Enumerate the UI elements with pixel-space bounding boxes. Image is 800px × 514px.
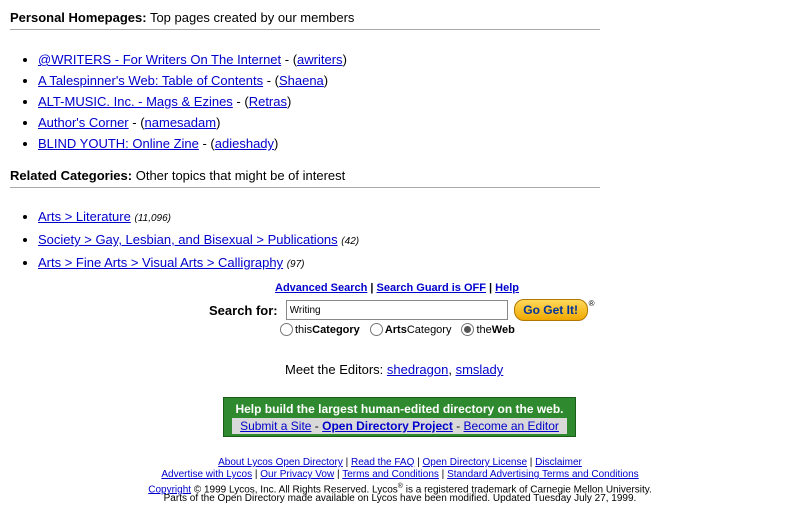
page: Personal Homepages: Top pages created by… [0,0,800,514]
editor-link[interactable]: shedragon [387,362,448,377]
help-box-links: Submit a Site - Open Directory Project -… [232,418,567,434]
category-count: (97) [286,259,305,270]
scope-the-web[interactable]: the Web [461,323,515,336]
personal-homepages-header: Personal Homepages: Top pages created by… [10,10,600,30]
search-form: Search for: Go Get It! ® [209,299,595,321]
scope-label: Category [406,323,452,336]
radio-button[interactable] [461,323,475,336]
user-link[interactable]: awriters [297,52,343,67]
footer-link[interactable]: Standard Advertising Terms and Condition… [447,469,639,480]
personal-homepages-list: @WRITERS - For Writers On The Internet -… [0,49,347,154]
footer-links-row-2: Advertise with Lycos | Our Privacy Vow |… [161,469,639,480]
user-link[interactable]: namesadam [145,115,217,130]
homepage-link[interactable]: Author's Corner [38,115,129,130]
scope-label: this [295,323,313,336]
related-categories-list: Arts > Literature (11,096) Society > Gay… [0,206,359,275]
meet-editors: Meet the Editors: shedragon, smslady [285,362,504,377]
list-item: Arts > Literature (11,096) [38,206,359,229]
editors-label: Meet the Editors: [285,362,384,377]
help-build-box: Help build the largest human-edited dire… [223,397,576,437]
footer-link[interactable]: About Lycos Open Directory [218,457,343,468]
list-item: BLIND YOUTH: Online Zine - (adieshady) [38,133,347,154]
homepage-link[interactable]: BLIND YOUTH: Online Zine [38,136,199,151]
scope-arts-category[interactable]: Arts Category [369,323,452,336]
search-scope-options: this Category Arts Category the Web [280,323,525,336]
submit-site-link[interactable]: Submit a Site [240,419,311,433]
scope-label: the [476,323,492,336]
list-item: Author's Corner - (namesadam) [38,112,347,133]
footer-link[interactable]: Our Privacy Vow [260,469,334,480]
search-label: Search for: [209,302,278,318]
help-link[interactable]: Help [495,282,519,294]
footer-link[interactable]: Terms and Conditions [342,469,439,480]
registered-mark: ® [588,298,595,308]
category-count: (11,096) [134,213,171,224]
related-categories-subtitle: Other topics that might be of interest [135,168,346,183]
category-count: (42) [341,236,360,247]
footer-link[interactable]: Disclaimer [535,457,582,468]
footer-link[interactable]: Read the FAQ [351,457,414,468]
homepage-link[interactable]: A Talespinner's Web: Table of Contents [38,73,263,88]
user-link[interactable]: Retras [249,94,287,109]
related-categories-header: Related Categories: Other topics that mi… [10,168,600,188]
personal-homepages-title: Personal Homepages: [10,10,147,25]
footer-link[interactable]: Open Directory License [423,457,528,468]
search-links: Advanced Search | Search Guard is OFF | … [275,282,519,294]
go-get-it-button[interactable]: Go Get It! [513,299,588,321]
scope-label-bold: Arts [384,323,407,336]
scope-label-bold: Web [491,323,515,336]
help-box-title: Help build the largest human-edited dire… [235,402,564,416]
radio-button[interactable] [280,323,293,336]
footer-links-row-1: About Lycos Open Directory | Read the FA… [218,457,582,468]
personal-homepages-subtitle: Top pages created by our members [149,10,355,25]
footer-note: Parts of the Open Directory made availab… [163,493,637,504]
list-item: @WRITERS - For Writers On The Internet -… [38,49,347,70]
homepage-link[interactable]: ALT-MUSIC. Inc. - Mags & Ezines [38,94,233,109]
homepage-link[interactable]: @WRITERS - For Writers On The Internet [38,52,281,67]
radio-button[interactable] [369,323,383,336]
related-categories-title: Related Categories: [10,168,133,183]
list-item: Arts > Fine Arts > Visual Arts > Calligr… [38,252,359,275]
user-link[interactable]: Shaena [279,73,324,88]
search-guard-link[interactable]: Search Guard is OFF [377,282,486,294]
category-link[interactable]: Arts > Fine Arts > Visual Arts > Calligr… [38,255,283,270]
list-item: Society > Gay, Lesbian, and Bisexual > P… [38,229,359,252]
become-editor-link[interactable]: Become an Editor [464,419,559,433]
scope-this-category[interactable]: this Category [280,323,360,336]
footer-link[interactable]: Advertise with Lycos [161,469,252,480]
list-item: ALT-MUSIC. Inc. - Mags & Ezines - (Retra… [38,91,347,112]
search-input[interactable] [285,300,508,320]
advanced-search-link[interactable]: Advanced Search [275,282,367,294]
open-directory-project-link[interactable]: Open Directory Project [322,419,453,433]
category-link[interactable]: Arts > Literature [38,209,131,224]
list-item: A Talespinner's Web: Table of Contents -… [38,70,347,91]
category-link[interactable]: Society > Gay, Lesbian, and Bisexual > P… [38,232,338,247]
scope-label-bold: Category [312,323,360,336]
user-link[interactable]: adieshady [215,136,274,151]
editor-link[interactable]: smslady [456,362,504,377]
